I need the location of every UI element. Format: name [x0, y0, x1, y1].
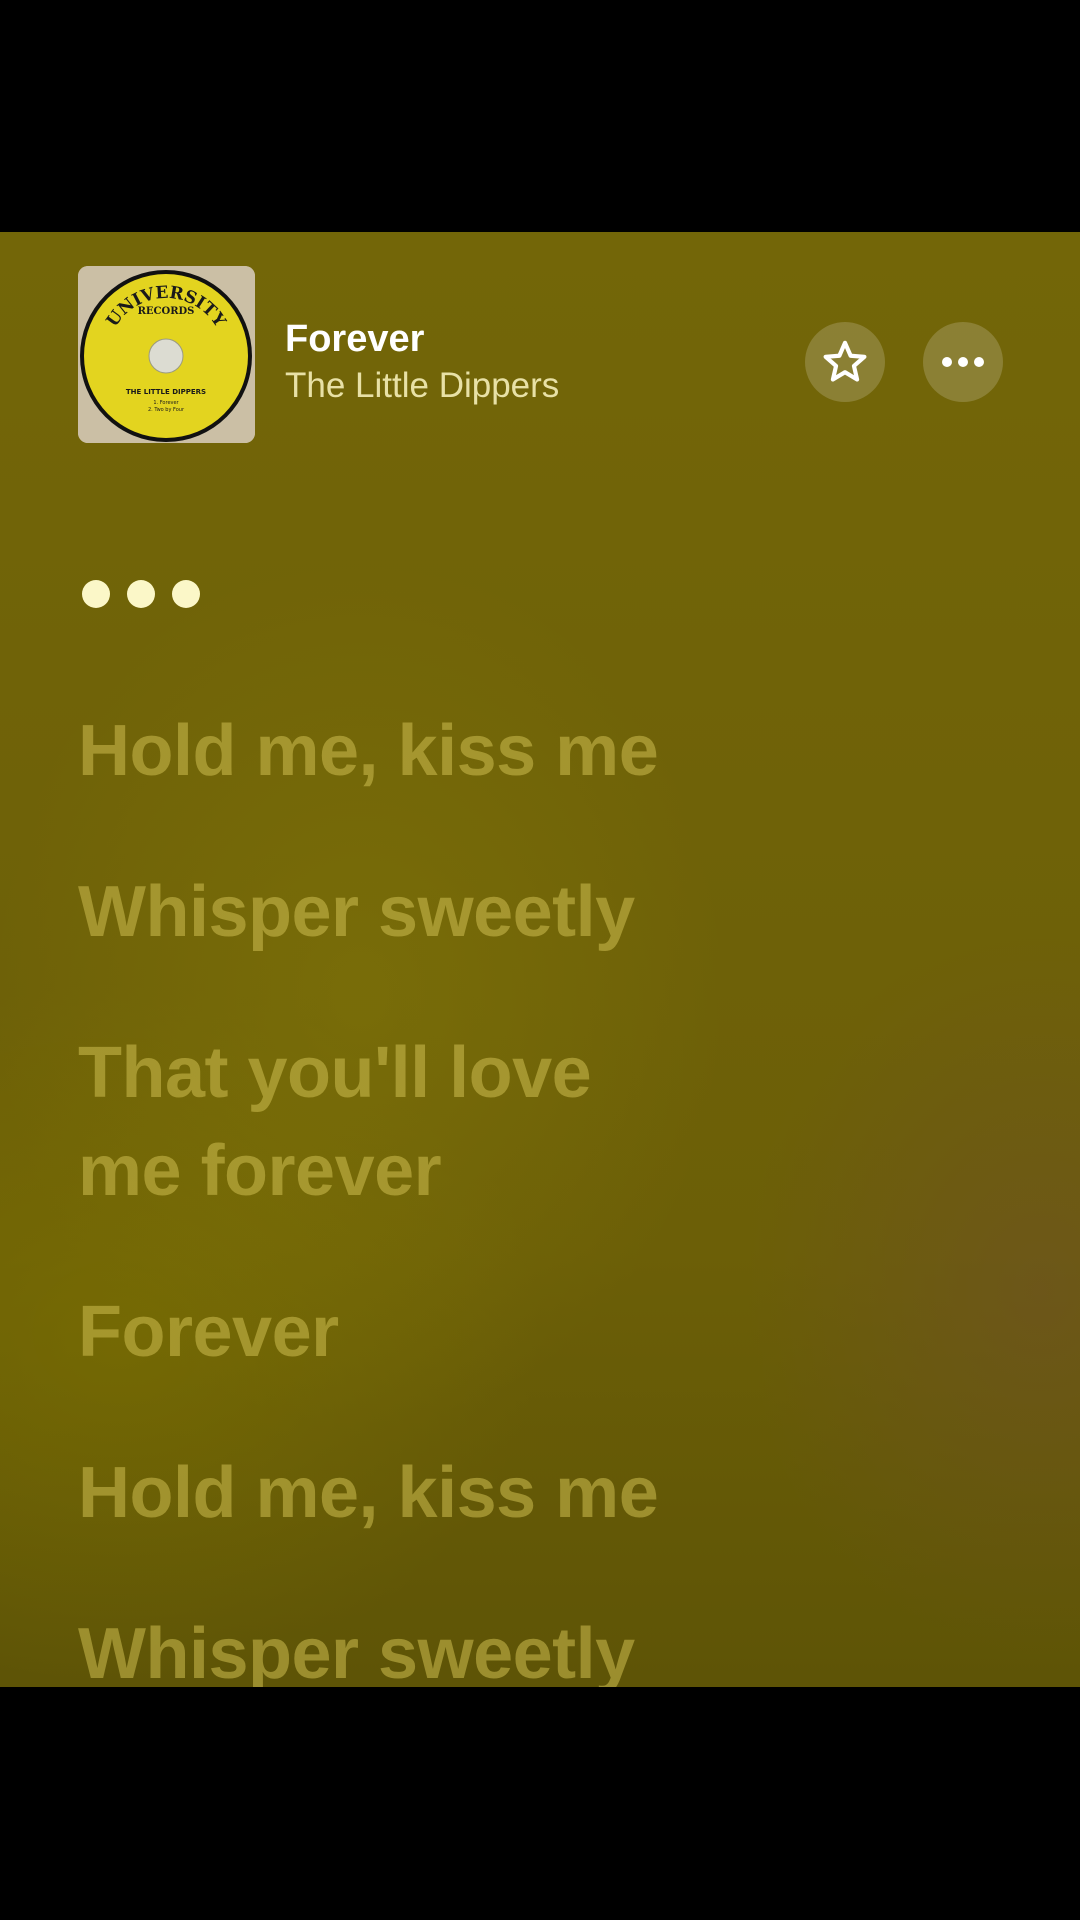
lyric-line[interactable]: Hold me, kiss me [78, 702, 778, 800]
lyric-line[interactable]: Forever [78, 1283, 778, 1381]
lyric-line[interactable]: Whisper sweetly [78, 863, 778, 961]
label-sub-text: RECORDS [138, 306, 195, 317]
record-label-image: UNIVERSITY RECORDS THE LITTLE DIPPERS 1.… [78, 266, 255, 443]
star-outline-icon [823, 340, 867, 382]
lyrics-list: Hold me, kiss me Whisper sweetly That yo… [78, 702, 778, 1687]
song-artist[interactable]: The Little Dippers [285, 366, 559, 406]
indicator-dot [172, 580, 200, 608]
label-track-2: 2. Two by Four [148, 407, 185, 413]
album-art[interactable]: UNIVERSITY RECORDS THE LITTLE DIPPERS 1.… [78, 266, 255, 443]
instrumental-indicator [82, 580, 200, 608]
label-artist-text: THE LITTLE DIPPERS [126, 388, 206, 396]
indicator-dot [127, 580, 155, 608]
song-title: Forever [285, 318, 425, 360]
ellipsis-icon [942, 357, 984, 367]
lyric-line[interactable]: Whisper sweetly [78, 1605, 778, 1687]
lyric-line[interactable]: That you'll love me forever [78, 1024, 678, 1220]
more-options-button[interactable] [923, 322, 1003, 402]
favorite-button[interactable] [805, 322, 885, 402]
indicator-dot [82, 580, 110, 608]
lyric-line[interactable]: Hold me, kiss me [78, 1444, 778, 1542]
label-track-1: 1. Forever [153, 400, 179, 406]
now-playing-header: UNIVERSITY RECORDS THE LITTLE DIPPERS 1.… [0, 232, 1080, 452]
lyrics-screen: UNIVERSITY RECORDS THE LITTLE DIPPERS 1.… [0, 232, 1080, 1687]
